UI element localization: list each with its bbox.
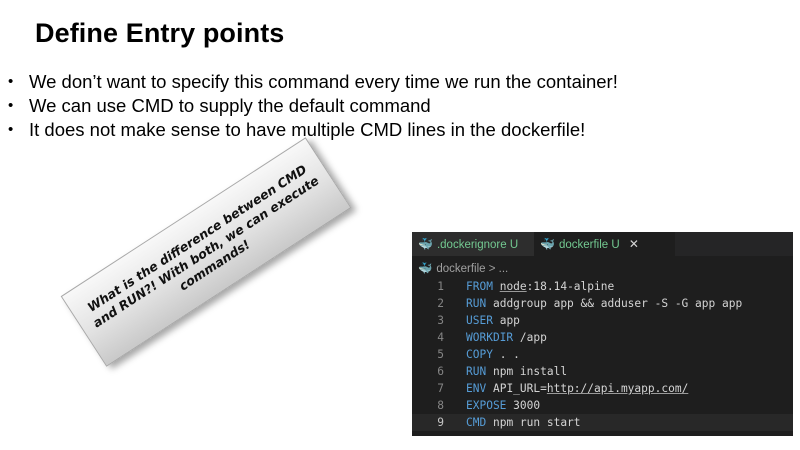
line-number: 5 xyxy=(437,348,444,361)
code-text: WORKDIR /app xyxy=(466,329,547,346)
close-icon[interactable]: ✕ xyxy=(629,237,639,251)
tab-label: .dockerignore xyxy=(436,239,507,251)
docker-whale-icon: 🐳 xyxy=(418,263,433,275)
code-line[interactable]: 2 RUN addgroup app && adduser -S -G app a… xyxy=(412,295,793,312)
code-area[interactable]: 1 FROM node:18.14-alpine 2 RUN addgroup app… xyxy=(412,278,793,431)
code-text: EXPOSE 3000 xyxy=(466,397,540,414)
code-argument: addgroup app && adduser -S -G app app xyxy=(492,297,743,310)
code-keyword: USER xyxy=(466,314,493,327)
code-line[interactable]: 9 CMD npm run start xyxy=(412,414,793,431)
code-argument: API_URL= xyxy=(492,382,547,395)
code-text: COPY . . xyxy=(466,346,520,363)
tab-label: dockerfile xyxy=(558,239,609,251)
code-argument: 3000 xyxy=(513,399,541,412)
bullet-text: We don’t want to specify this command ev… xyxy=(29,71,618,92)
code-argument: npm run start xyxy=(492,416,581,429)
code-keyword: CMD xyxy=(466,416,487,429)
line-number: 8 xyxy=(437,399,444,412)
code-argument: . . xyxy=(499,348,520,361)
code-argument: npm install xyxy=(492,365,568,378)
bullet-dot: • xyxy=(8,97,14,114)
code-text: USER app xyxy=(466,312,520,329)
code-line[interactable]: 7 ENV API_URL=http://api.myapp.com/ xyxy=(412,380,793,397)
code-keyword: EXPOSE xyxy=(466,399,507,412)
code-line[interactable]: 1 FROM node:18.14-alpine xyxy=(412,278,793,295)
code-argument: app xyxy=(499,314,520,327)
bullet-list: • We don’t want to specify this command … xyxy=(8,70,618,142)
callout-text: What is the difference between CMD and R… xyxy=(84,161,322,331)
line-number: 3 xyxy=(437,314,444,327)
line-number: 6 xyxy=(437,365,444,378)
bullet-item: • It does not make sense to have multipl… xyxy=(8,118,618,142)
docker-whale-icon: 🐳 xyxy=(418,237,433,251)
code-text: RUN npm install xyxy=(466,363,567,380)
code-argument: :18.14-alpine xyxy=(526,280,615,293)
slide: Define Entry points • We don’t want to s… xyxy=(0,0,800,450)
code-keyword: ENV xyxy=(466,382,487,395)
breadcrumb-file: dockerfile xyxy=(436,263,486,275)
docker-whale-icon: 🐳 xyxy=(540,237,555,251)
line-number: 9 xyxy=(437,416,444,429)
bullet-item: • We don’t want to specify this command … xyxy=(8,70,618,94)
code-text: FROM node:18.14-alpine xyxy=(466,278,614,295)
tab-dockerignore[interactable]: 🐳 .dockerignore U xyxy=(412,232,540,256)
bullet-text: It does not make sense to have multiple … xyxy=(29,119,586,140)
code-link[interactable]: http://api.myapp.com/ xyxy=(547,382,688,395)
tab-dockerfile[interactable]: 🐳 dockerfile U ✕ xyxy=(534,232,675,256)
code-line[interactable]: 6 RUN npm install xyxy=(412,363,793,380)
code-text: ENV API_URL=http://api.myapp.com/ xyxy=(466,380,688,397)
callout-note: What is the difference between CMD and R… xyxy=(60,137,352,367)
code-line[interactable]: 5 COPY . . xyxy=(412,346,793,363)
code-keyword: RUN xyxy=(466,297,487,310)
code-text: RUN addgroup app && adduser -S -G app ap… xyxy=(466,295,742,312)
bullet-dot: • xyxy=(8,121,14,138)
code-keyword: RUN xyxy=(466,365,487,378)
tab-status-badge: U xyxy=(509,239,519,251)
code-line[interactable]: 3 USER app xyxy=(412,312,793,329)
code-keyword: COPY xyxy=(466,348,493,361)
bullet-text: We can use CMD to supply the default com… xyxy=(29,95,431,116)
code-line[interactable]: 4 WORKDIR /app xyxy=(412,329,793,346)
breadcrumb[interactable]: 🐳 dockerfile > ... xyxy=(418,260,508,278)
line-number: 1 xyxy=(437,280,444,293)
code-link[interactable]: node xyxy=(500,280,527,293)
line-number: 4 xyxy=(437,331,444,344)
bullet-dot: • xyxy=(8,73,14,90)
code-keyword: FROM xyxy=(466,280,493,293)
slide-title: Define Entry points xyxy=(35,18,285,48)
bullet-item: • We can use CMD to supply the default c… xyxy=(8,94,618,118)
code-line[interactable]: 8 EXPOSE 3000 xyxy=(412,397,793,414)
code-editor: 🐳 .dockerignore U 🐳 dockerfile U ✕ 🐳 docker… xyxy=(412,232,793,436)
code-text: CMD npm run start xyxy=(466,414,581,431)
editor-tab-bar: 🐳 .dockerignore U 🐳 dockerfile U ✕ xyxy=(412,232,793,256)
breadcrumb-separator: > ... xyxy=(485,263,509,275)
code-keyword: WORKDIR xyxy=(466,331,514,344)
tab-status-badge: U xyxy=(611,239,620,251)
line-number: 2 xyxy=(437,297,444,310)
line-number: 7 xyxy=(437,382,444,395)
code-argument: /app xyxy=(519,331,547,344)
